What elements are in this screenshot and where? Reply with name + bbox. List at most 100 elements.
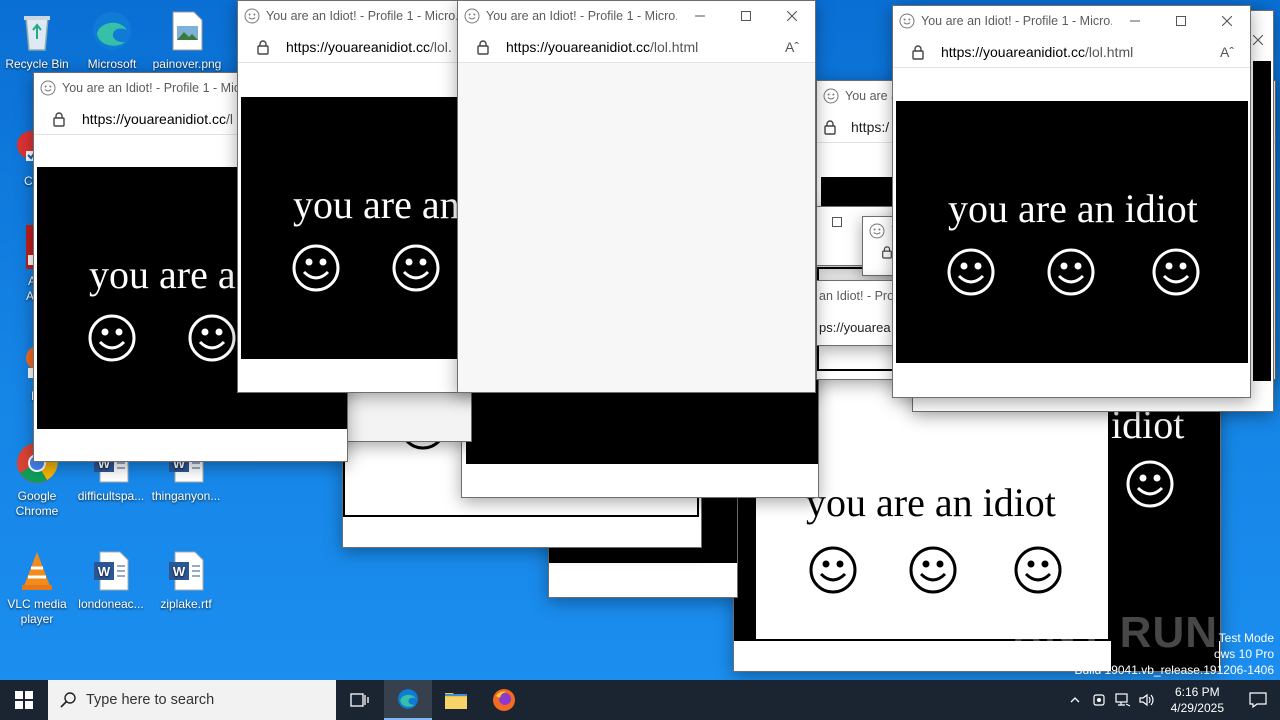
desktop-icon-londoneac[interactable]: W londoneac... bbox=[74, 548, 148, 612]
maximize-button[interactable] bbox=[817, 207, 857, 237]
smiley-face-icon bbox=[88, 314, 136, 362]
desktop-icon-recycle-bin[interactable]: Recycle Bin bbox=[0, 8, 74, 72]
taskbar-clock[interactable]: 6:16 PM 4/29/2025 bbox=[1171, 684, 1224, 716]
smiley-face-icon bbox=[1152, 248, 1200, 296]
close-button[interactable] bbox=[1204, 6, 1250, 36]
smiley-tab-icon bbox=[464, 8, 480, 24]
chevron-up-icon bbox=[1070, 697, 1080, 703]
recycle-bin-icon bbox=[14, 8, 60, 54]
test-mode-notice: Test Mode ows 10 Pro Build 19041.vb_rele… bbox=[1075, 630, 1275, 678]
desktop-icon-label: VLC media player bbox=[7, 597, 67, 626]
url-text: https://youareanidiot.cc/l bbox=[82, 110, 233, 127]
url-text: https://youareanidiot.cc/lol. bbox=[286, 38, 452, 55]
minimize-icon bbox=[1130, 20, 1140, 22]
smiley-tab-icon bbox=[40, 80, 56, 96]
desktop-icon-label: painover.png bbox=[152, 57, 222, 71]
search-placeholder: Type here to search bbox=[86, 692, 215, 708]
taskbar-firefox-button[interactable] bbox=[480, 680, 528, 720]
desktop: Recycle Bin Microsoft painover.png CCl A… bbox=[0, 0, 1280, 680]
svg-text:W: W bbox=[173, 564, 186, 579]
taskbar-edge-button[interactable] bbox=[384, 680, 432, 720]
window-controls bbox=[1112, 6, 1250, 36]
popup-window[interactable]: You are an Idiot! - Profile 1 - Micro...… bbox=[457, 0, 816, 393]
taskbar-file-explorer-button[interactable] bbox=[432, 680, 480, 720]
minimize-button[interactable] bbox=[677, 1, 723, 31]
maximize-button[interactable] bbox=[1158, 6, 1204, 36]
smiley-face-icon bbox=[809, 546, 857, 594]
window-title: You are an Idiot! - Profile 1 - Micro... bbox=[266, 9, 466, 23]
close-icon bbox=[787, 11, 797, 21]
black-panel: you are an bbox=[241, 97, 476, 359]
window-title: an Idiot! - Pro bbox=[819, 289, 895, 303]
window-title: You are an Idiot! - Profile 1 - Micro bbox=[62, 81, 252, 95]
smiley-face-icon bbox=[1126, 460, 1174, 508]
system-tray: 6:16 PM 4/29/2025 bbox=[1063, 680, 1280, 720]
close-icon bbox=[1222, 16, 1232, 26]
desktop-icon-label: difficultspa... bbox=[77, 489, 145, 503]
read-aloud-icon[interactable]: Aˆ bbox=[785, 39, 799, 55]
lock-icon bbox=[477, 39, 489, 55]
taskbar-search-box[interactable]: Type here to search bbox=[48, 680, 336, 720]
show-hidden-icons-button[interactable] bbox=[1063, 680, 1087, 720]
desktop-icon-label: thinganyon... bbox=[151, 489, 221, 503]
address-bar[interactable]: https://youareanidiot.cc/lol.html Aˆ bbox=[458, 31, 815, 63]
smiley-face-icon bbox=[392, 244, 440, 292]
vlc-icon bbox=[14, 548, 60, 594]
window-controls bbox=[677, 1, 815, 31]
black-panel: idiot bbox=[1111, 401, 1219, 576]
folder-icon bbox=[445, 693, 467, 709]
desktop-icon-painover[interactable]: painover.png bbox=[150, 8, 224, 72]
popup-window[interactable]: You are an Idiot! - Profile 1 - Micro...… bbox=[892, 5, 1251, 398]
edge-icon bbox=[398, 689, 418, 709]
task-view-button[interactable] bbox=[336, 680, 384, 720]
svg-text:W: W bbox=[98, 564, 111, 579]
desktop-icon-label: Google Chrome bbox=[15, 489, 59, 518]
lock-icon bbox=[824, 119, 836, 135]
close-button[interactable] bbox=[769, 1, 815, 31]
volume-tray-button[interactable] bbox=[1135, 680, 1159, 720]
black-panel: you are an idiot bbox=[896, 101, 1248, 363]
maximize-icon bbox=[741, 11, 751, 21]
window-title: You are an Idiot! - Profile 1 - Micro... bbox=[921, 14, 1112, 28]
read-aloud-icon[interactable]: Aˆ bbox=[1220, 44, 1234, 60]
minimize-button[interactable] bbox=[1112, 6, 1158, 36]
security-tray-button[interactable] bbox=[1087, 680, 1111, 720]
network-tray-button[interactable] bbox=[1111, 680, 1135, 720]
smiley-face-icon bbox=[909, 546, 957, 594]
window-title: You are an Idiot! - Profile 1 - Micro... bbox=[486, 9, 677, 23]
firefox-icon bbox=[493, 689, 515, 711]
clock-time: 6:16 PM bbox=[1174, 685, 1220, 699]
word-document-icon: W bbox=[88, 548, 134, 594]
desktop-icon-ziplake[interactable]: W ziplake.rtf bbox=[149, 548, 223, 612]
search-icon bbox=[60, 692, 76, 708]
clock-date: 4/29/2025 bbox=[1170, 701, 1224, 715]
maximize-icon bbox=[832, 217, 842, 227]
address-bar[interactable]: https://youareanidiot.cc/lol. bbox=[238, 31, 476, 63]
maximize-icon bbox=[1176, 16, 1186, 26]
smiley-face-icon bbox=[1047, 248, 1095, 296]
url-text: https://youareanidiot.cc/lol.html bbox=[941, 43, 1134, 60]
lock-icon bbox=[912, 44, 924, 60]
window-titlebar[interactable]: You are an Idiot! - Profile 1 - Micro... bbox=[893, 6, 1250, 36]
desktop-icon-vlc[interactable]: VLC media player bbox=[0, 548, 74, 627]
word-document-icon: W bbox=[163, 548, 209, 594]
maximize-button[interactable] bbox=[723, 1, 769, 31]
desktop-icon-label: londoneac... bbox=[78, 597, 144, 611]
start-button[interactable] bbox=[0, 680, 48, 720]
task-view-icon bbox=[350, 693, 369, 707]
notification-icon bbox=[1249, 692, 1267, 708]
desktop-icon-microsoft-edge[interactable]: Microsoft bbox=[75, 8, 149, 72]
popup-window[interactable]: You are an Idiot! - Profile 1 - Micro...… bbox=[237, 0, 477, 393]
desktop-icon-label: Microsoft bbox=[87, 57, 137, 71]
message-text: you are an idiot bbox=[806, 480, 1056, 525]
black-panel bbox=[1253, 61, 1271, 381]
window-titlebar[interactable]: You are an Idiot! - Profile 1 - Micro... bbox=[238, 1, 476, 31]
edge-icon bbox=[89, 8, 135, 54]
minimize-icon bbox=[695, 15, 705, 17]
smiley-face-icon bbox=[188, 314, 236, 362]
smiley-face-icon bbox=[292, 244, 340, 292]
action-center-button[interactable] bbox=[1236, 680, 1280, 720]
smiley-face-icon bbox=[1014, 546, 1062, 594]
window-titlebar[interactable]: You are an Idiot! - Profile 1 - Micro... bbox=[458, 1, 815, 31]
address-bar[interactable]: https://youareanidiot.cc/lol.html Aˆ bbox=[893, 36, 1250, 68]
